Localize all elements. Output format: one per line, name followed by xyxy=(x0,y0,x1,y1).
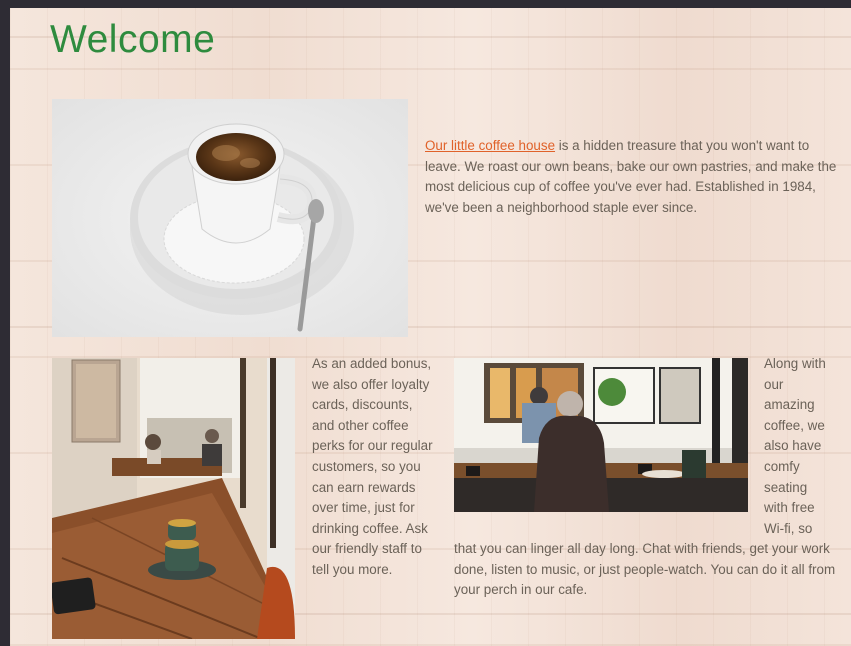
page-frame: Welcome Our little coffee house is a hid… xyxy=(10,8,851,646)
loyalty-text: As an added bonus, we also offer loyalty… xyxy=(312,356,433,577)
intro-paragraph: Our little coffee house is a hidden trea… xyxy=(425,136,837,219)
coffee-cup-image xyxy=(52,99,408,337)
page-title: Welcome xyxy=(50,18,216,61)
seating-side-text: Along with our amazing coffee, we also h… xyxy=(764,356,826,536)
seating-bottom-text: that you can linger all day long. Chat w… xyxy=(454,541,836,598)
cafe-table-image xyxy=(52,358,295,639)
coffee-house-link[interactable]: Our little coffee house xyxy=(425,138,555,153)
cafe-interior-image xyxy=(454,358,748,512)
